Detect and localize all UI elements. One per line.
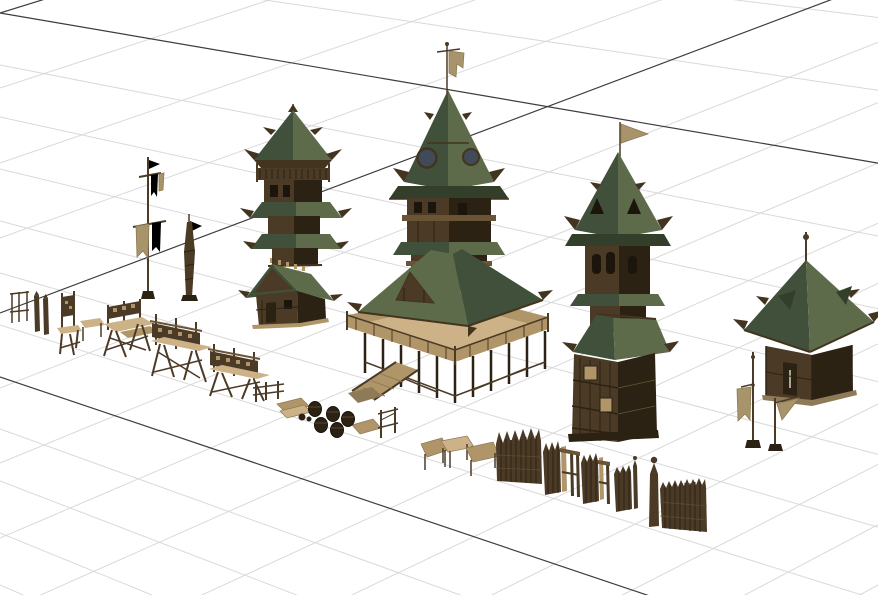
model-small-hut[interactable] — [238, 256, 343, 329]
hut-door — [266, 302, 276, 323]
model-fence-frame-2[interactable] — [377, 407, 399, 438]
pennant-flag — [620, 123, 650, 144]
grid-line — [0, 480, 298, 595]
model-square-tower[interactable] — [562, 122, 679, 442]
arch-window — [606, 252, 615, 274]
model-watchtower[interactable] — [240, 104, 352, 267]
grid-line — [0, 532, 154, 595]
model-pennant-pole[interactable] — [768, 395, 802, 451]
model-banner-pole[interactable] — [132, 157, 167, 299]
model-fence-frame-1[interactable] — [252, 381, 285, 402]
scene-svg — [0, 0, 878, 595]
model-scaffold-frames[interactable] — [9, 291, 49, 335]
round-window — [462, 148, 480, 166]
grid-line — [0, 428, 462, 595]
model-palisade-corner[interactable] — [649, 456, 708, 532]
barrel — [308, 401, 355, 438]
model-stilt-walkway-2[interactable] — [207, 344, 270, 402]
tower-spire — [404, 90, 448, 190]
roof-finial — [803, 234, 809, 240]
grid-axis-line — [0, 0, 44, 14]
tower-flag — [448, 50, 465, 78]
banner-cloth — [158, 172, 165, 192]
model-banner-pole-2[interactable] — [736, 352, 761, 448]
grid-line — [0, 0, 272, 89]
round-window — [416, 147, 438, 169]
model-totem-pole[interactable] — [181, 214, 202, 301]
grid-line — [621, 463, 878, 595]
arch-window — [592, 254, 601, 274]
model-market-stall[interactable] — [420, 435, 501, 476]
model-palisade-gate-2[interactable] — [581, 453, 610, 504]
model-grand-tower[interactable] — [346, 42, 553, 403]
model-stilt-walkway-1[interactable] — [149, 314, 212, 383]
banner-cloth — [736, 386, 752, 422]
asset-viewer-canvas — [0, 0, 878, 595]
tower-spire — [575, 152, 618, 238]
balcony-railing — [256, 168, 330, 180]
grid-line — [743, 524, 878, 595]
tower-window — [583, 365, 598, 381]
model-stilt-table[interactable] — [103, 299, 158, 358]
grid-line — [732, 0, 878, 18]
pyramid-roof — [744, 260, 810, 352]
pole-top-flag — [149, 160, 160, 169]
grid-line — [490, 403, 878, 595]
model-palisade-wall[interactable] — [495, 428, 543, 484]
model-pyramid-house[interactable] — [733, 232, 878, 406]
